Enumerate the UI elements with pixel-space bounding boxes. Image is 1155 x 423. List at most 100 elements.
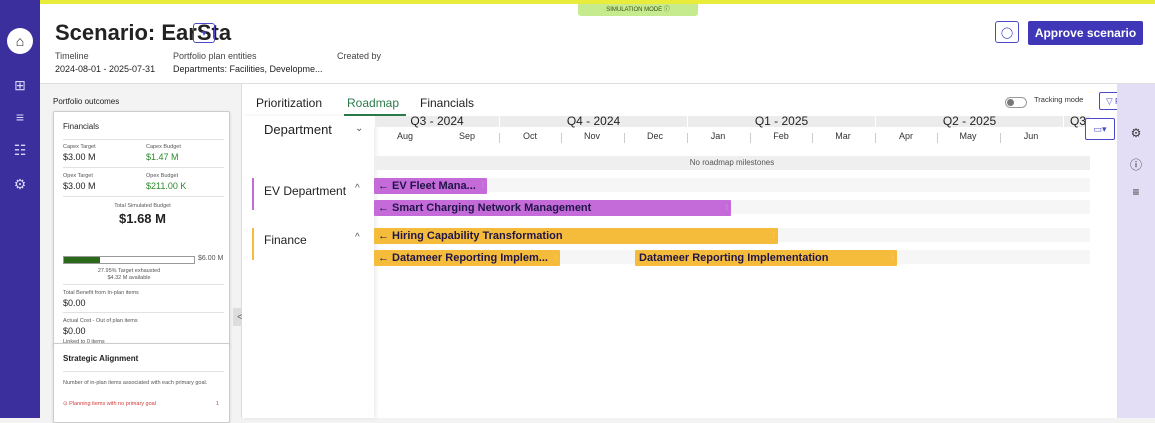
month-label: Dec [646,131,663,141]
group-label-finance: Finance [264,233,307,247]
tracking-mode-label: Tracking mode [1034,95,1084,104]
settings-icon[interactable]: ⚙ [7,171,33,197]
divider [63,371,224,372]
capex-target-label: Capex Target [63,144,96,150]
entities-label: Portfolio plan entities [173,51,257,61]
divider [63,167,224,168]
drag-handle-icon[interactable]: ⁞ [891,253,894,262]
quarter-header: Q3 - 2024 [374,116,499,127]
outcomes-title: Portfolio outcomes [53,97,120,106]
list-icon[interactable]: ≡ [7,104,33,130]
roadmap-bar[interactable]: ← EV Fleet Mana... ⁞ [374,178,487,194]
toggle-knob [1007,99,1014,106]
created-by-label: Created by [337,51,382,61]
divider [63,312,224,313]
month-label: Nov [583,131,600,141]
left-nav: ⌂ ⊞ ≡ ☷ ⚙ [0,0,40,418]
briefcase-icon[interactable]: ⌂ [7,28,33,54]
divider [63,284,224,285]
roadmap-bar[interactable]: ← Datameer Reporting Implem... ⁞ [374,250,560,266]
opex-target-label: Opex Target [63,173,93,179]
scenario-dropdown-button[interactable]: ▾ [193,23,215,43]
simulation-mode-badge: SIMULATION MODE ⓘ [578,4,698,16]
bar-label: ← Hiring Capability Transformation [378,230,563,242]
actual-cost-value: $0.00 [63,326,86,336]
month-label: Sep [458,131,475,141]
tab-prioritization[interactable]: Prioritization [256,96,322,110]
chat-button[interactable]: ◯ [995,21,1019,43]
month-label: Mar [835,131,851,141]
right-rail: ⚙ ⓘ ≡ [1117,84,1155,418]
group-accent-ev [252,178,254,210]
info-icon[interactable]: ⓘ [1117,156,1155,173]
month-label: Feb [773,131,789,141]
settings-icon[interactable]: ⚙ [1117,126,1155,140]
no-goal-count: 1 [216,401,220,407]
department-group-column: Department ⌄ EV Department ^ Finance ^ [242,116,374,418]
drag-handle-icon[interactable]: ⁞ [725,203,728,212]
drag-handle-icon[interactable]: ⁞ [772,231,775,240]
roadmap-bar[interactable]: ← Hiring Capability Transformation ⁞ [374,228,778,244]
quarter-header: Q1 - 2025 [687,116,875,127]
group-by-header[interactable]: Department [264,122,332,137]
tracking-mode-toggle[interactable] [1005,97,1027,108]
quarter-header: Q2 - 2025 [875,116,1063,127]
quarter-header: Q4 - 2024 [499,116,687,127]
budget-progress-fill [64,257,101,263]
benefit-label: Total Benefit from In-plan items [63,290,139,296]
entities-value: Departments: Facilities, Developme... [173,64,323,74]
month-label: Aug [396,131,413,141]
financials-title: Financials [63,122,100,131]
roadmap-timeline: Q3 - 2024 Q4 - 2024 Q1 - 2025 Q2 - 2025 … [374,116,1090,418]
chat-icon: ◯ [1000,26,1014,39]
divider [63,139,224,140]
available-text: $4.32 M available [107,275,151,281]
budget-progress-bar [63,256,195,264]
calendar-button[interactable]: ▭▾ [1085,118,1115,140]
financials-card: Financials Capex Target $3.00 M Capex Bu… [53,111,230,347]
bar-label: ← Datameer Reporting Implem... [378,252,548,264]
roadmap-view: Prioritization Roadmap Financials Tracki… [242,84,1141,418]
bar-max-label: $6.00 M [198,255,224,262]
milestone-row: No roadmap milestones [374,156,1090,170]
month-label: May [959,131,977,141]
approve-scenario-button[interactable]: Approve scenario [1028,21,1143,45]
opex-budget-value: $211.00 K [146,181,187,191]
chevron-down-icon: ▾ [201,27,207,38]
tab-roadmap[interactable]: Roadmap [347,96,399,110]
drag-handle-icon[interactable]: ⁞ [554,253,557,262]
timeline-label: Timeline [55,51,89,61]
portfolio-outcomes-panel: Portfolio outcomes Financials Capex Targ… [40,84,242,423]
hierarchy-icon[interactable]: ⊞ [7,72,33,98]
roadmap-bar[interactable]: ← Smart Charging Network Management ⁞ [374,200,731,216]
capex-target-value: $3.00 M [63,152,96,162]
strategic-description: Number of in-plan items associated with … [63,380,208,386]
capex-budget-value: $1.47 M [146,152,179,162]
total-budget-value: $1.68 M [119,211,166,226]
month-label: Apr [898,131,913,141]
chevron-up-icon[interactable]: ^ [355,183,360,194]
chevron-up-icon[interactable]: ^ [355,232,360,243]
menu-icon[interactable]: ≡ [1117,185,1155,199]
opex-budget-label: Opex Budget [146,173,179,179]
chevron-down-icon[interactable]: ⌄ [355,123,363,134]
benefit-value: $0.00 [63,298,86,308]
no-goal-warning[interactable]: ⊙ Planning items with no primary goal [63,401,156,407]
group-accent-finance [252,228,254,260]
roadmap-bar[interactable]: Datameer Reporting Implementation ⁞ [635,250,897,266]
drag-handle-icon[interactable]: ⁞ [481,181,484,190]
bar-label: ← EV Fleet Mana... [378,180,476,192]
opex-target-value: $3.00 M [63,181,96,191]
strategic-title: Strategic Alignment [63,354,139,363]
scenario-header: SIMULATION MODE ⓘ Scenario: EarSta ▾ Tim… [40,4,1155,84]
divider [63,196,224,197]
capex-budget-label: Capex Budget [146,144,181,150]
bar-label: ← Smart Charging Network Management [378,202,592,214]
month-label: Jun [1023,131,1039,141]
bar-label: Datameer Reporting Implementation [639,252,829,264]
timeline-value: 2024-08-01 - 2025-07-31 [55,64,156,74]
people-icon[interactable]: ☷ [7,137,33,163]
calendar-icon: ▭▾ [1093,123,1107,134]
total-budget-label: Total Simulated Budget [114,203,171,209]
tab-financials[interactable]: Financials [420,96,474,110]
